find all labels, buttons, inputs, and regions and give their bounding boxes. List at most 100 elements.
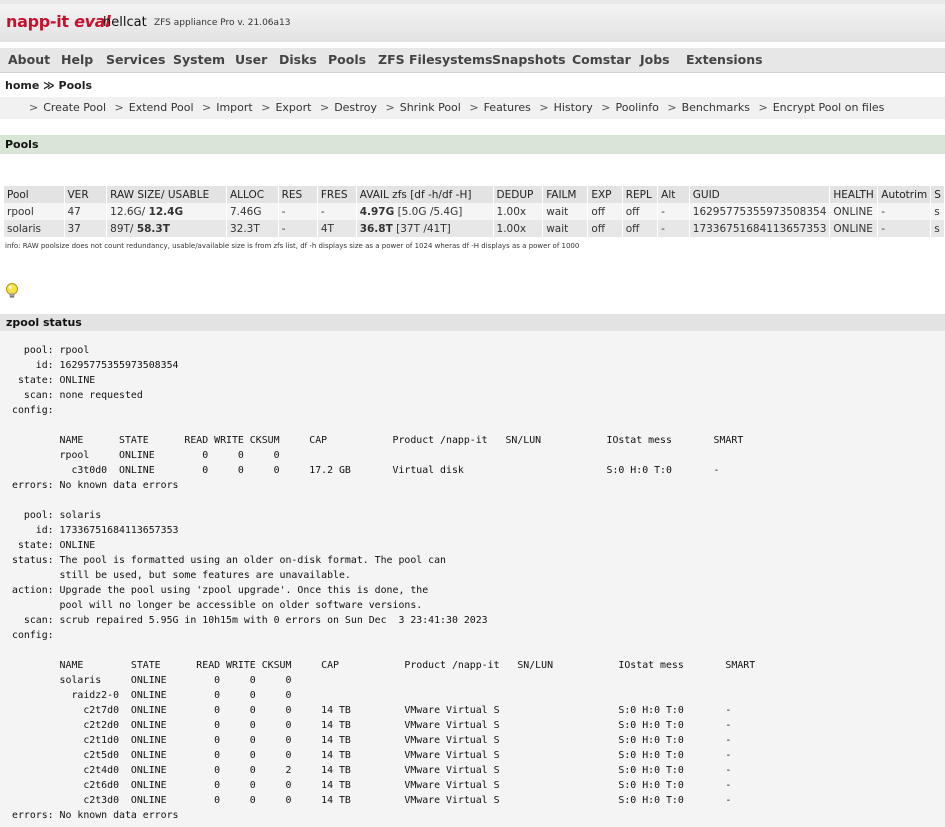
submenu-export[interactable]: Export: [275, 101, 311, 114]
submenu-shrink-pool[interactable]: Shrink Pool: [400, 101, 461, 114]
col-header-ver: VER: [64, 186, 108, 203]
section-title: Pools: [5, 138, 39, 151]
pool-res[interactable]: -: [278, 220, 318, 237]
pool-raw-size: 89T/ 58.3T: [106, 220, 227, 237]
pool-replication[interactable]: off: [622, 220, 659, 237]
breadcrumb-separator: ≫: [43, 79, 55, 92]
pool-failmode[interactable]: wait: [542, 203, 589, 220]
pool-autoexpand[interactable]: off: [587, 220, 623, 237]
pool-res[interactable]: -: [278, 203, 318, 220]
hostname: hellcat: [103, 15, 147, 30]
menu-disks[interactable]: Disks: [279, 52, 317, 67]
table-row: solaris 37 89T/ 58.3T 32.3T - 4T 36.8T […: [4, 220, 945, 237]
col-header-exp: EXP: [587, 186, 623, 203]
col-header-s: S: [930, 186, 945, 203]
pools-submenu: > Create Pool > Extend Pool > Import > Expor…: [0, 97, 945, 119]
avail-value: 36.8T: [359, 222, 393, 235]
submenu-benchmarks[interactable]: Benchmarks: [682, 101, 750, 114]
submenu-destroy[interactable]: Destroy: [334, 101, 377, 114]
col-header-autotrim: Autotrim: [877, 186, 932, 203]
menu-comstar[interactable]: Comstar: [572, 52, 631, 67]
zpool-status-bar: zpool status: [0, 314, 945, 331]
submenu-import[interactable]: Import: [216, 101, 253, 114]
avail-value: 4.97G: [359, 205, 395, 218]
raw-size-value: 89T/: [110, 222, 134, 235]
col-header-guid: GUID: [689, 186, 831, 203]
section-title-bar: Pools: [0, 135, 945, 154]
menu-pools[interactable]: Pools: [328, 52, 366, 67]
pool-failmode[interactable]: wait: [542, 220, 589, 237]
breadcrumb-home[interactable]: home: [5, 79, 39, 92]
submenu-extend-pool[interactable]: Extend Pool: [129, 101, 194, 114]
app-logo[interactable]: napp-it eval: [6, 12, 111, 31]
pool-alt: -: [657, 203, 690, 220]
raw-size-value: 12.6G/: [110, 205, 146, 218]
pools-table: Pool VER RAW SIZE/ USABLE ALLOC RES FRES…: [4, 186, 945, 237]
pool-s: s: [930, 220, 945, 237]
table-row: rpool 47 12.6G/ 12.4G 7.46G - - 4.97G [5…: [4, 203, 945, 220]
avail-df-value: [37T /41T]: [396, 222, 451, 235]
menu-system[interactable]: System: [173, 52, 225, 67]
main-menu: About Help Services System User Disks Po…: [0, 48, 945, 73]
pool-alloc: 7.46G: [226, 203, 279, 220]
pool-dedup: 1.00x: [493, 220, 544, 237]
submenu-history[interactable]: History: [554, 101, 593, 114]
pool-autotrim[interactable]: -: [877, 203, 932, 220]
breadcrumb: home ≫ Pools: [5, 79, 92, 92]
col-header-raw-size: RAW SIZE/ USABLE: [106, 186, 227, 203]
usable-size-value: 58.3T: [136, 222, 170, 235]
col-header-repl: REPL: [622, 186, 659, 203]
info-note: info: RAW poolsize does not count redund…: [5, 242, 580, 250]
usable-size-value: 12.4G: [148, 205, 184, 218]
pool-fres[interactable]: 4T: [317, 220, 357, 237]
pool-health: ONLINE: [829, 203, 879, 220]
menu-zfs-filesystems[interactable]: ZFS Filesystems: [378, 52, 493, 67]
menu-extensions[interactable]: Extensions: [686, 52, 763, 67]
submenu-encrypt-pool[interactable]: Encrypt Pool on files: [773, 101, 885, 114]
col-header-failm: FAILM: [542, 186, 589, 203]
submenu-poolinfo[interactable]: Poolinfo: [615, 101, 658, 114]
menu-user[interactable]: User: [235, 52, 267, 67]
menu-services[interactable]: Services: [106, 52, 165, 67]
col-header-alt: Alt: [657, 186, 690, 203]
submenu-features[interactable]: Features: [484, 101, 531, 114]
pool-avail: 36.8T [37T /41T]: [356, 220, 494, 237]
menu-snapshots[interactable]: Snapshots: [492, 52, 566, 67]
col-header-fres: FRES: [317, 186, 357, 203]
pool-health: ONLINE: [829, 220, 879, 237]
version-label: ZFS appliance Pro v. 21.06a13: [154, 18, 291, 28]
avail-df-value: [5.0G /5.4G]: [397, 205, 463, 218]
lightbulb-icon[interactable]: [4, 282, 20, 300]
pool-fres[interactable]: -: [317, 203, 357, 220]
table-header-row: Pool VER RAW SIZE/ USABLE ALLOC RES FRES…: [4, 186, 945, 203]
zpool-status-output: pool: rpool id: 16295775355973508354 sta…: [0, 331, 945, 827]
pool-version[interactable]: 37: [64, 220, 108, 237]
logo-text: napp-it: [6, 12, 69, 31]
zpool-status-title: zpool status: [6, 316, 82, 329]
pool-autoexpand[interactable]: off: [587, 203, 623, 220]
col-header-alloc: ALLOC: [226, 186, 279, 203]
menu-jobs[interactable]: Jobs: [640, 52, 670, 67]
col-header-avail: AVAIL zfs [df -h/df -H]: [356, 186, 494, 203]
pool-guid: 16295775355973508354: [689, 203, 831, 220]
pool-alloc: 32.3T: [226, 220, 279, 237]
menu-help[interactable]: Help: [61, 52, 93, 67]
app-header: napp-it eval hellcat ZFS appliance Pro v…: [0, 4, 945, 42]
menu-about[interactable]: About: [8, 52, 50, 67]
pool-raw-size: 12.6G/ 12.4G: [106, 203, 227, 220]
pool-autotrim[interactable]: -: [877, 220, 932, 237]
pool-s: s: [930, 203, 945, 220]
submenu-create-pool[interactable]: Create Pool: [43, 101, 106, 114]
pool-name-link[interactable]: rpool: [4, 203, 65, 220]
col-header-res: RES: [278, 186, 318, 203]
col-header-pool: Pool: [4, 186, 65, 203]
pool-alt: -: [657, 220, 690, 237]
pool-dedup: 1.00x: [493, 203, 544, 220]
pool-replication[interactable]: off: [622, 203, 659, 220]
pool-name-link[interactable]: solaris: [4, 220, 65, 237]
pool-guid: 17336751684113657353: [689, 220, 831, 237]
pool-version[interactable]: 47: [64, 203, 108, 220]
breadcrumb-current: Pools: [58, 79, 93, 92]
col-header-dedup: DEDUP: [493, 186, 544, 203]
pool-avail: 4.97G [5.0G /5.4G]: [356, 203, 494, 220]
